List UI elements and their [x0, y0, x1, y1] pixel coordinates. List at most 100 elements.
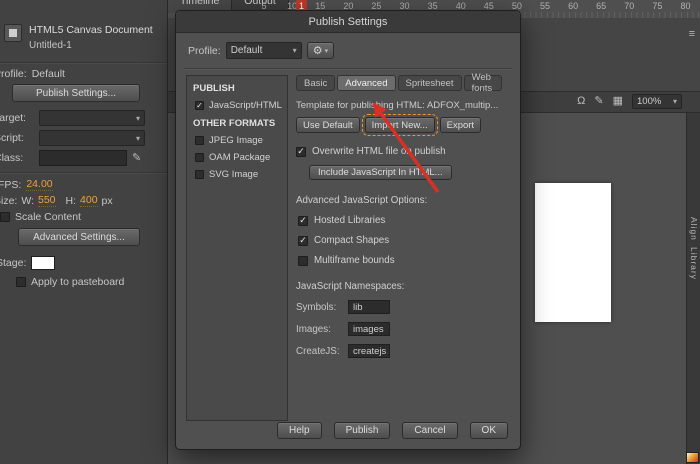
format-item-oam[interactable]: OAM Package	[187, 149, 287, 166]
format-item-javascript-html[interactable]: ✓ JavaScript/HTML	[187, 97, 287, 114]
color-swatch[interactable]	[686, 452, 699, 463]
dialog-profile-row: Profile: Default ▾ ⚙ ▾	[188, 42, 335, 59]
compact-shapes-checkbox[interactable]: ✓	[298, 235, 308, 246]
dialog-tabs: Basic Advanced Spritesheet Web fonts	[296, 72, 502, 94]
stage-row: Stage:	[0, 256, 56, 270]
ok-button[interactable]: OK	[469, 422, 508, 439]
images-label: Images:	[296, 323, 331, 335]
right-panel-strip: Align Library	[686, 113, 700, 464]
px-unit: px	[101, 194, 113, 207]
divider	[0, 62, 167, 63]
magnet-icon[interactable]: Ω	[577, 96, 585, 107]
target-select[interactable]: ▾	[39, 110, 145, 126]
stage-color-swatch[interactable]	[31, 256, 56, 270]
images-input[interactable]: images	[348, 322, 390, 336]
profile-value[interactable]: Default	[32, 68, 65, 80]
ruler-number: 75	[652, 1, 663, 11]
properties-panel: HTML5 Canvas Document Untitled-1 Profile…	[0, 0, 168, 464]
import-new-button[interactable]: Import New...	[361, 114, 438, 136]
format-item-jpeg[interactable]: JPEG Image	[187, 132, 287, 149]
scale-content-label: Scale Content	[15, 211, 81, 223]
tab-advanced[interactable]: Advanced	[337, 75, 396, 91]
publish-header: PUBLISH	[193, 83, 235, 94]
format-label: JavaScript/HTML	[209, 100, 282, 111]
document-icon	[4, 24, 22, 42]
use-default-button[interactable]: Use Default	[296, 117, 360, 133]
multiframe-bounds-checkbox[interactable]	[298, 255, 308, 266]
checkbox[interactable]	[195, 170, 204, 179]
scale-content-row: Scale Content	[0, 211, 81, 223]
dialog-footer: Help Publish Cancel OK	[277, 422, 508, 439]
checkbox[interactable]: ✓	[195, 101, 204, 110]
images-namespace-row: Images: images	[296, 322, 502, 336]
advanced-js-options-header: Advanced JavaScript Options:	[296, 195, 428, 206]
document-name[interactable]: Untitled-1	[29, 40, 153, 51]
createjs-label: CreateJS:	[296, 345, 340, 357]
publish-settings-button[interactable]: Publish Settings...	[12, 84, 140, 102]
symbols-label: Symbols:	[296, 301, 337, 313]
script-row: Script: ▾	[0, 130, 145, 146]
format-label: SVG Image	[209, 169, 259, 180]
scale-content-checkbox[interactable]	[0, 212, 10, 222]
include-javascript-button[interactable]: Include JavaScript In HTML...	[309, 165, 452, 180]
ruler-number: 80	[680, 1, 691, 11]
cancel-button[interactable]: Cancel	[402, 422, 458, 439]
divider	[184, 68, 512, 69]
publish-button[interactable]: Publish	[333, 422, 391, 439]
width-label: W:	[21, 194, 34, 207]
multiframe-bounds-label: Multiframe bounds	[314, 255, 395, 266]
hosted-libraries-checkbox[interactable]: ✓	[298, 215, 308, 226]
format-item-svg[interactable]: SVG Image	[187, 166, 287, 183]
overwrite-html-checkbox[interactable]: ✓	[296, 146, 306, 157]
tab-web-fonts[interactable]: Web fonts	[463, 72, 502, 94]
ruler-number: 70	[624, 1, 635, 11]
script-select[interactable]: ▾	[39, 130, 145, 146]
panel-tab-library[interactable]: Library	[689, 247, 699, 280]
stage-label: Stage:	[0, 257, 27, 269]
format-label: OAM Package	[209, 152, 271, 163]
pencil-icon[interactable]: ✎	[594, 96, 603, 107]
stage-canvas[interactable]	[535, 183, 611, 322]
createjs-namespace-row: CreateJS: createjs	[296, 344, 502, 358]
help-button[interactable]: Help	[277, 422, 322, 439]
advanced-settings-button[interactable]: Advanced Settings...	[18, 228, 140, 246]
fps-value[interactable]: 24.00	[26, 178, 53, 191]
apply-pasteboard-checkbox[interactable]	[16, 277, 26, 287]
chevron-down-icon: ▾	[672, 97, 677, 106]
profile-value: Default	[230, 45, 263, 56]
tab-basic[interactable]: Basic	[296, 75, 336, 91]
width-value[interactable]: 550	[37, 194, 56, 207]
dialog-title[interactable]: Publish Settings	[176, 11, 520, 33]
target-row: Target: ▾	[0, 110, 145, 126]
overwrite-html-row: ✓ Overwrite HTML file on publish	[296, 146, 502, 157]
export-button[interactable]: Export	[439, 117, 482, 133]
ruler-number: 65	[596, 1, 607, 11]
symbols-input[interactable]: lib	[348, 300, 390, 314]
format-label: JPEG Image	[209, 135, 263, 146]
zoom-select[interactable]: 100% ▾	[632, 94, 682, 109]
chevron-down-icon: ▾	[292, 46, 297, 55]
checkmark: ✓	[297, 146, 305, 156]
profile-select[interactable]: Default ▾	[225, 42, 302, 59]
checkbox[interactable]	[195, 153, 204, 162]
size-label: Size:	[0, 194, 18, 207]
profile-options-button[interactable]: ⚙ ▾	[306, 42, 335, 59]
divider	[0, 172, 167, 173]
profile-row: Profile: Default	[0, 68, 65, 80]
document-info: HTML5 Canvas Document Untitled-1	[4, 24, 153, 51]
grid-icon[interactable]: ▦	[613, 96, 623, 107]
symbols-namespace-row: Symbols: lib	[296, 300, 502, 314]
profile-label: Profile:	[0, 68, 27, 80]
createjs-input[interactable]: createjs	[348, 344, 390, 358]
checkmark: ✓	[299, 235, 307, 245]
height-value[interactable]: 400	[80, 194, 98, 207]
profile-label: Profile:	[188, 44, 221, 57]
template-buttons: Use Default Import New... Export	[296, 114, 502, 136]
tab-spritesheet[interactable]: Spritesheet	[397, 75, 462, 91]
panel-menu-icon[interactable]: ≡	[689, 28, 695, 40]
checkbox[interactable]	[195, 136, 204, 145]
panel-tab-align[interactable]: Align	[689, 217, 699, 241]
class-input[interactable]	[39, 150, 127, 166]
pencil-icon[interactable]: ✎	[132, 152, 141, 164]
publish-formats-list: PUBLISH ✓ JavaScript/HTML OTHER FORMATS …	[186, 75, 288, 421]
